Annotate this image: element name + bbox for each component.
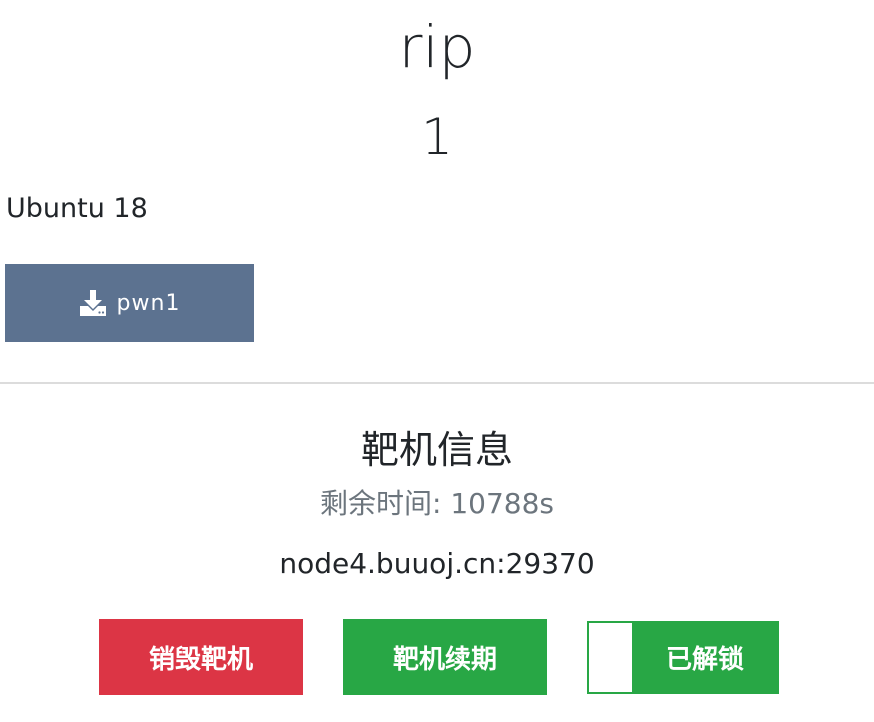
download-file-button[interactable]: pwn1	[5, 264, 254, 342]
destroy-button-label: 销毁靶机	[148, 644, 253, 675]
toggle-knob	[589, 623, 632, 692]
download-button-label: pwn1	[116, 290, 181, 316]
renew-button-label: 靶机续期	[392, 644, 497, 675]
destroy-instance-button[interactable]: 销毁靶机	[99, 619, 303, 695]
renew-instance-button[interactable]: 靶机续期	[343, 619, 547, 695]
instance-address: node4.buuoj.cn:29370	[279, 547, 595, 580]
download-icon	[79, 289, 107, 317]
instance-info-heading: 靶机信息	[360, 428, 513, 472]
unlocked-toggle[interactable]: 已解锁	[587, 621, 779, 694]
unlocked-toggle-label: 已解锁	[665, 645, 744, 675]
section-divider	[0, 382, 874, 384]
challenge-points: 1	[421, 108, 453, 166]
remaining-time: 剩余时间: 10788s	[320, 487, 554, 520]
challenge-description: Ubuntu 18	[6, 193, 148, 224]
challenge-title: rip	[398, 13, 476, 81]
